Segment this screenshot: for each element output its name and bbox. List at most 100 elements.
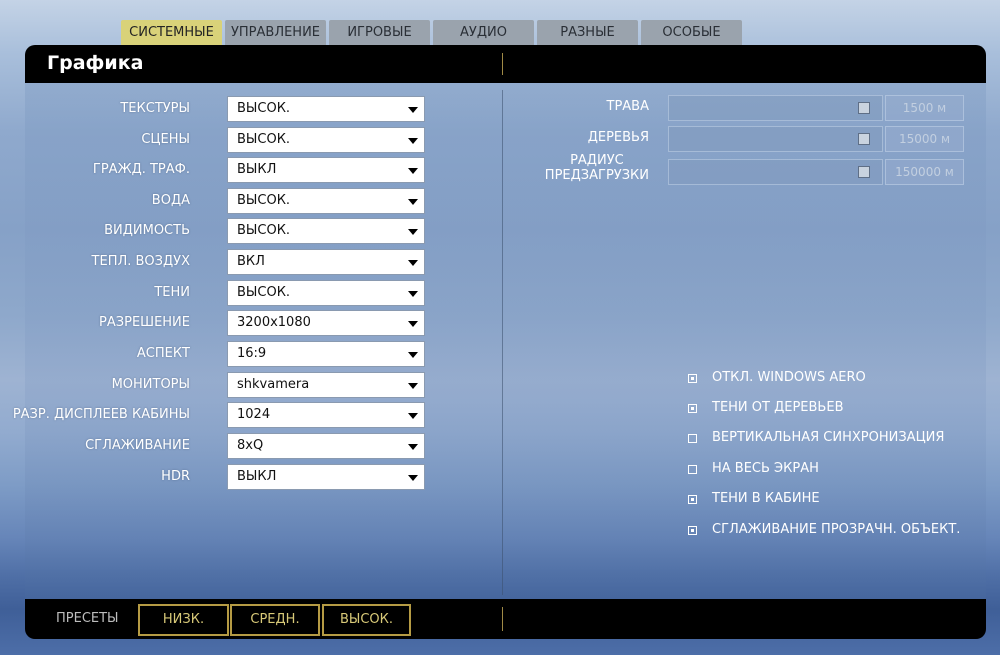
setting-label: ВИДИМОСТЬ [104, 223, 190, 238]
select-value: 1024 [237, 407, 271, 422]
slider-label-trees: ДЕРЕВЬЯ [587, 130, 649, 145]
checkbox-label: ОТКЛ. WINDOWS AERO [712, 370, 866, 385]
setting-label: СГЛАЖИВАНИЕ [85, 438, 190, 453]
tree-shadows-checkbox[interactable] [688, 404, 697, 413]
panel-header: Графика [25, 45, 986, 83]
panel-title: Графика [47, 52, 144, 74]
tab-audio[interactable]: АУДИО [433, 20, 534, 46]
setting-label: СЦЕНЫ [141, 132, 190, 147]
chevron-down-icon [408, 291, 418, 297]
setting-row-hdr: HDR ВЫКЛ [0, 464, 500, 490]
select-value: 8xQ [237, 438, 264, 453]
column-divider [502, 90, 503, 595]
setting-row-monitors: МОНИТОРЫ shkvamera [0, 372, 500, 398]
cockpit-display-res-select[interactable]: 1024 [227, 402, 425, 428]
disable-aero-checkbox[interactable] [688, 374, 697, 383]
select-value: ВЫСОК. [237, 101, 291, 116]
preload-radius-value-field: 150000 м [885, 159, 964, 185]
grass-slider[interactable] [668, 95, 883, 121]
tab-special[interactable]: ОСОБЫЕ [641, 20, 742, 46]
setting-label: HDR [161, 469, 190, 484]
select-value: ВКЛ [237, 254, 265, 269]
resolution-select[interactable]: 3200x1080 [227, 310, 425, 336]
setting-row-cockpit-display-res: РАЗР. ДИСПЛЕЕВ КАБИНЫ 1024 [0, 402, 500, 428]
checkbox-label: НА ВЕСЬ ЭКРАН [712, 461, 819, 476]
slider-thumb[interactable] [858, 133, 870, 145]
chevron-down-icon [408, 383, 418, 389]
setting-row-aspect: АСПЕКТ 16:9 [0, 341, 500, 367]
setting-row-resolution: РАЗРЕШЕНИЕ 3200x1080 [0, 310, 500, 336]
select-value: ВЫСОК. [237, 132, 291, 147]
slider-thumb[interactable] [858, 166, 870, 178]
chevron-down-icon [408, 229, 418, 235]
select-value: ВЫСОК. [237, 193, 291, 208]
setting-row-textures: ТЕКСТУРЫ ВЫСОК. [0, 96, 500, 122]
tab-bar: СИСТЕМНЫЕ УПРАВЛЕНИЕ ИГРОВЫЕ АУДИО РАЗНЫ… [121, 20, 745, 46]
tab-controls[interactable]: УПРАВЛЕНИЕ [225, 20, 326, 46]
grass-value-field: 1500 м [885, 95, 964, 121]
slider-thumb[interactable] [858, 102, 870, 114]
monitors-select[interactable]: shkvamera [227, 372, 425, 398]
select-value: ВЫКЛ [237, 469, 277, 484]
setting-label: ТЕНИ [154, 285, 190, 300]
setting-label: ТЕКСТУРЫ [120, 101, 190, 116]
tab-misc[interactable]: РАЗНЫЕ [537, 20, 638, 46]
trees-slider[interactable] [668, 126, 883, 152]
shadows-select[interactable]: ВЫСОК. [227, 280, 425, 306]
preset-low-button[interactable]: НИЗК. [138, 604, 229, 636]
footer-divider [502, 607, 503, 631]
setting-row-water: ВОДА ВЫСОК. [0, 188, 500, 214]
preload-radius-slider[interactable] [668, 159, 883, 185]
setting-row-heat-haze: ТЕПЛ. ВОЗДУХ ВКЛ [0, 249, 500, 275]
chevron-down-icon [408, 352, 418, 358]
setting-label: ТЕПЛ. ВОЗДУХ [91, 254, 190, 269]
scenes-select[interactable]: ВЫСОК. [227, 127, 425, 153]
checkbox-label: ТЕНИ ОТ ДЕРЕВЬЕВ [712, 400, 844, 415]
select-value: 3200x1080 [237, 315, 311, 330]
chevron-down-icon [408, 107, 418, 113]
fullscreen-checkbox[interactable] [688, 465, 697, 474]
transparent-aa-checkbox[interactable] [688, 526, 697, 535]
hdr-select[interactable]: ВЫКЛ [227, 464, 425, 490]
tab-game[interactable]: ИГРОВЫЕ [329, 20, 430, 46]
chevron-down-icon [408, 321, 418, 327]
visibility-select[interactable]: ВЫСОК. [227, 218, 425, 244]
setting-label: ВОДА [151, 193, 190, 208]
setting-label: РАЗРЕШЕНИЕ [99, 315, 190, 330]
setting-row-civil-traffic: ГРАЖД. ТРАФ. ВЫКЛ [0, 157, 500, 183]
chevron-down-icon [408, 168, 418, 174]
antialiasing-select[interactable]: 8xQ [227, 433, 425, 459]
setting-row-shadows: ТЕНИ ВЫСОК. [0, 280, 500, 306]
setting-row-scenes: СЦЕНЫ ВЫСОК. [0, 127, 500, 153]
select-value: 16:9 [237, 346, 267, 361]
heat-haze-select[interactable]: ВКЛ [227, 249, 425, 275]
select-value: ВЫСОК. [237, 223, 291, 238]
tab-system[interactable]: СИСТЕМНЫЕ [121, 20, 222, 46]
chevron-down-icon [408, 413, 418, 419]
textures-select[interactable]: ВЫСОК. [227, 96, 425, 122]
setting-row-antialiasing: СГЛАЖИВАНИЕ 8xQ [0, 433, 500, 459]
setting-label: АСПЕКТ [136, 346, 190, 361]
civil-traffic-select[interactable]: ВЫКЛ [227, 157, 425, 183]
water-select[interactable]: ВЫСОК. [227, 188, 425, 214]
setting-row-visibility: ВИДИМОСТЬ ВЫСОК. [0, 218, 500, 244]
chevron-down-icon [408, 138, 418, 144]
chevron-down-icon [408, 260, 418, 266]
chevron-down-icon [408, 199, 418, 205]
chevron-down-icon [408, 444, 418, 450]
panel-footer: ПРЕСЕТЫ НИЗК. СРЕДН. ВЫСОК. [25, 599, 986, 639]
preset-high-button[interactable]: ВЫСОК. [322, 604, 411, 636]
slider-label-grass: ТРАВА [606, 99, 650, 114]
preset-medium-button[interactable]: СРЕДН. [230, 604, 320, 636]
select-value: ВЫСОК. [237, 285, 291, 300]
setting-label: ГРАЖД. ТРАФ. [92, 162, 190, 177]
aspect-select[interactable]: 16:9 [227, 341, 425, 367]
checkbox-label: СГЛАЖИВАНИЕ ПРОЗРАЧН. ОБЪЕКТ. [712, 522, 961, 537]
checkbox-label: ВЕРТИКАЛЬНАЯ СИНХРОНИЗАЦИЯ [712, 430, 945, 445]
cockpit-shadows-checkbox[interactable] [688, 495, 697, 504]
setting-label: РАЗР. ДИСПЛЕЕВ КАБИНЫ [12, 407, 190, 422]
header-divider [502, 53, 503, 75]
vsync-checkbox[interactable] [688, 434, 697, 443]
chevron-down-icon [408, 475, 418, 481]
checkbox-label: ТЕНИ В КАБИНЕ [712, 491, 820, 506]
